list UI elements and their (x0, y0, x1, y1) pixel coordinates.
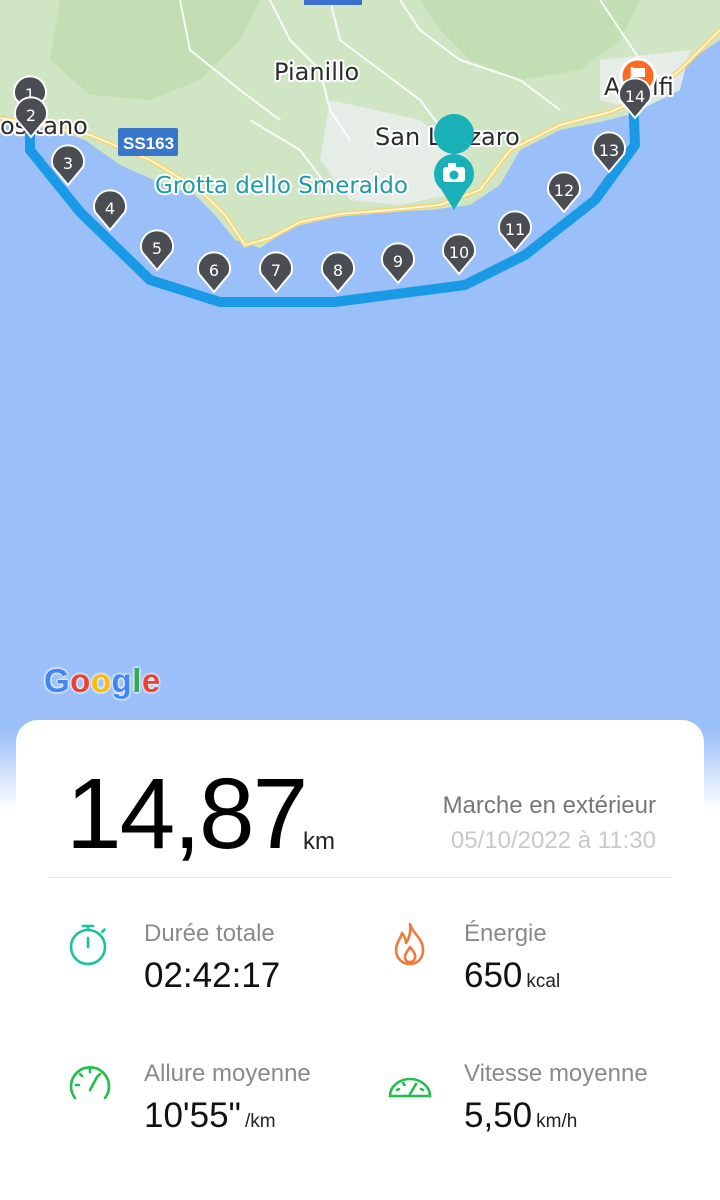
waypoint-number: 4 (105, 199, 115, 218)
metric-duration-number: 02:42:17 (144, 956, 281, 995)
map-control (304, 0, 362, 5)
metric-duration-value: 02:42:17 (144, 956, 280, 996)
poi-label-grotta: Grotta dello Smeraldo (155, 173, 408, 199)
speedometer-icon (69, 1066, 111, 1100)
waypoint-number: 2 (26, 106, 36, 125)
activity-type: Marche en extérieur (442, 792, 656, 819)
road-shield-ss163: SS163 (118, 128, 178, 156)
metric-speed-unit: km/h (536, 1111, 578, 1132)
divider (48, 877, 672, 878)
metric-pace-number: 10'55" (144, 1096, 241, 1135)
waypoint-number: 3 (63, 154, 73, 173)
flame-icon (394, 922, 425, 966)
place-label-pianillo: Pianillo (274, 58, 359, 86)
google-logo-letter: o (90, 662, 112, 699)
waypoint-number: 9 (393, 252, 403, 271)
metric-pace-unit: /km (244, 1111, 276, 1132)
waypoint-number: 13 (599, 141, 619, 160)
google-logo-letter: e (141, 662, 161, 699)
waypoint-number: 14 (625, 87, 645, 106)
svg-text:SS163: SS163 (123, 134, 174, 153)
google-logo-letter: g (111, 662, 133, 699)
distance-value: 14,87 (66, 758, 308, 870)
metric-energy-number: 650 (464, 956, 523, 995)
metric-pace-label: Allure moyenne (144, 1060, 311, 1087)
metric-speed-number: 5,50 (464, 1096, 533, 1135)
metric-energy-label: Énergie (464, 920, 547, 947)
metric-speed-value: 5,50 km/h (464, 1096, 577, 1136)
speedometer-icon (388, 1077, 432, 1098)
waypoint-number: 8 (333, 261, 343, 280)
waypoint-number: 12 (554, 181, 574, 200)
metric-speed-label: Vitesse moyenne (464, 1060, 648, 1087)
activity-summary-card: 14,87 km Marche en extérieur 05/10/2022 … (16, 720, 704, 1200)
stopwatch-icon (69, 924, 107, 966)
distance-unit: km (303, 828, 335, 855)
metric-duration-label: Durée totale (144, 920, 275, 947)
activity-date: 05/10/2022 à 11:30 (450, 827, 656, 854)
google-logo-letter: G (44, 662, 71, 699)
metric-energy-unit: kcal (526, 971, 561, 992)
metric-energy-value: 650 kcal (464, 956, 560, 996)
waypoint-number: 11 (505, 220, 525, 239)
google-logo-letter: l (132, 662, 142, 699)
google-logo: Google (44, 662, 161, 700)
waypoint-number: 6 (209, 261, 219, 280)
google-logo-letter: o (70, 662, 91, 699)
waypoint-number: 5 (152, 239, 162, 258)
metric-pace-value: 10'55"/km (144, 1096, 276, 1136)
waypoint-number: 7 (271, 261, 281, 280)
waypoint-number: 10 (449, 243, 469, 262)
activity-screen: Pianillo San Lazzaro Grotta dello Smeral… (0, 0, 720, 1200)
